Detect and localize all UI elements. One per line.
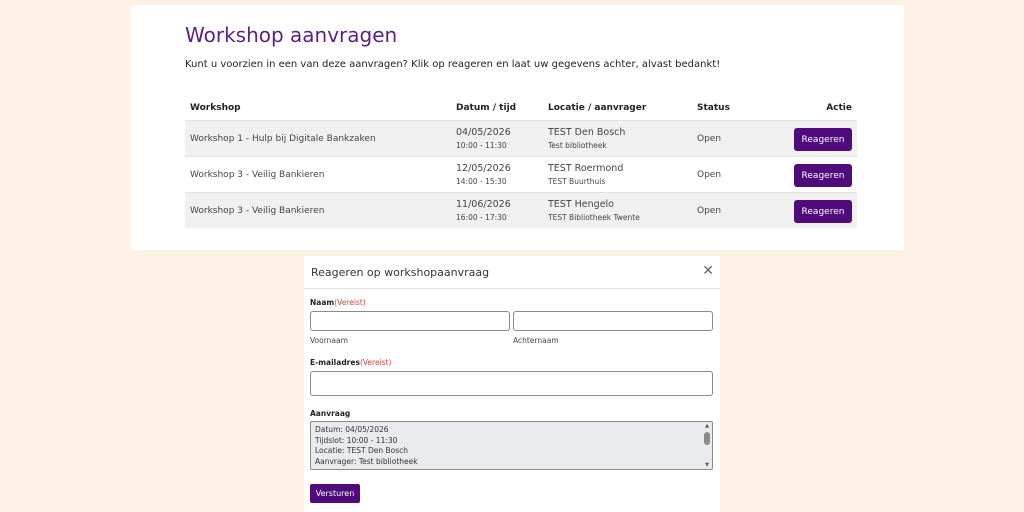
versturen-button[interactable]: Versturen — [310, 484, 360, 503]
status-text: Open — [697, 134, 722, 144]
reageren-button[interactable]: Reageren — [794, 200, 852, 223]
request-line: Datum: 04/05/2026 — [315, 425, 389, 434]
required-marker: (Vereist) — [334, 298, 366, 307]
header-status: Status — [697, 103, 730, 113]
intro-text: Kunt u voorzien in een van deze aanvrage… — [185, 59, 721, 70]
status-text: Open — [697, 170, 722, 180]
request-line: Aanvrager: Test bibliotheek — [315, 456, 418, 466]
time: 10:00 - 11:30 — [456, 141, 507, 150]
request-text: Datum: 04/05/2026 Tijdslot: 10:00 - 11:3… — [315, 425, 418, 467]
time: 14:00 - 15:30 — [456, 177, 507, 186]
table-row: Workshop 1 - Hulp bij Digitale Bankzaken… — [185, 120, 857, 156]
requester: Test bibliotheek — [548, 141, 607, 150]
workshop-name: Workshop 3 - Veilig Bankieren — [190, 170, 325, 180]
first-name-input[interactable] — [310, 311, 510, 331]
header-actie: Actie — [826, 103, 852, 113]
workshop-name: Workshop 3 - Veilig Bankieren — [190, 206, 325, 216]
table-row: Workshop 3 - Veilig Bankieren 11/06/2026… — [185, 192, 857, 228]
scroll-up-icon[interactable]: ▲ — [703, 423, 711, 429]
table-row: Workshop 3 - Veilig Bankieren 12/05/2026… — [185, 156, 857, 192]
status-text: Open — [697, 206, 722, 216]
header-workshop: Workshop — [190, 103, 241, 113]
requester: TEST Bibliotheek Twente — [548, 213, 640, 222]
request-line: Tijdslot: 10:00 - 11:30 — [315, 435, 398, 445]
dialog-header: Reageren op workshopaanvraag ✕ — [304, 256, 720, 289]
reageren-button[interactable]: Reageren — [794, 164, 852, 187]
workshop-name: Workshop 1 - Hulp bij Digitale Bankzaken — [190, 134, 376, 144]
date: 04/05/2026 — [456, 127, 511, 138]
close-icon[interactable]: ✕ — [702, 263, 714, 279]
name-label-text: Naam — [310, 298, 335, 307]
page-title: Workshop aanvragen — [185, 23, 398, 47]
last-name-input[interactable] — [513, 311, 713, 331]
name-label: Naam(Vereist) — [310, 298, 366, 307]
workshop-requests-card: Workshop aanvragen Kunt u voorzien in ee… — [131, 5, 904, 250]
location: TEST Hengelo — [548, 199, 614, 210]
time: 16:00 - 17:30 — [456, 213, 507, 222]
location: TEST Den Bosch — [548, 127, 626, 138]
request-textarea[interactable]: Datum: 04/05/2026 Tijdslot: 10:00 - 11:3… — [310, 421, 713, 470]
scroll-thumb[interactable] — [704, 432, 710, 445]
textarea-scrollbar[interactable]: ▲ ▼ — [703, 423, 711, 468]
dialog-title: Reageren op workshopaanvraag — [311, 266, 490, 279]
email-label: E-mailadres(Vereist) — [310, 358, 391, 367]
request-line: Locatie: TEST Den Bosch — [315, 446, 408, 455]
reageren-button[interactable]: Reageren — [794, 128, 852, 151]
request-label: Aanvraag — [310, 409, 351, 418]
first-name-sub: Voornaam — [310, 336, 348, 345]
date: 12/05/2026 — [456, 163, 511, 174]
scroll-down-icon[interactable]: ▼ — [703, 462, 711, 468]
location: TEST Roermond — [548, 163, 624, 174]
requester: TEST Buurthuis — [548, 177, 606, 186]
table-header: Workshop Datum / tijd Locatie / aanvrage… — [185, 93, 857, 120]
last-name-sub: Achternaam — [513, 336, 559, 345]
email-input[interactable] — [310, 371, 713, 396]
reageren-dialog: Reageren op workshopaanvraag ✕ Naam(Vere… — [304, 256, 720, 512]
required-marker: (Vereist) — [359, 358, 392, 367]
email-label-text: E-mailadres — [310, 358, 360, 367]
date: 11/06/2026 — [456, 199, 511, 210]
header-datum: Datum / tijd — [456, 103, 517, 113]
header-locatie: Locatie / aanvrager — [548, 103, 647, 113]
requests-table: Workshop Datum / tijd Locatie / aanvrage… — [185, 93, 857, 228]
